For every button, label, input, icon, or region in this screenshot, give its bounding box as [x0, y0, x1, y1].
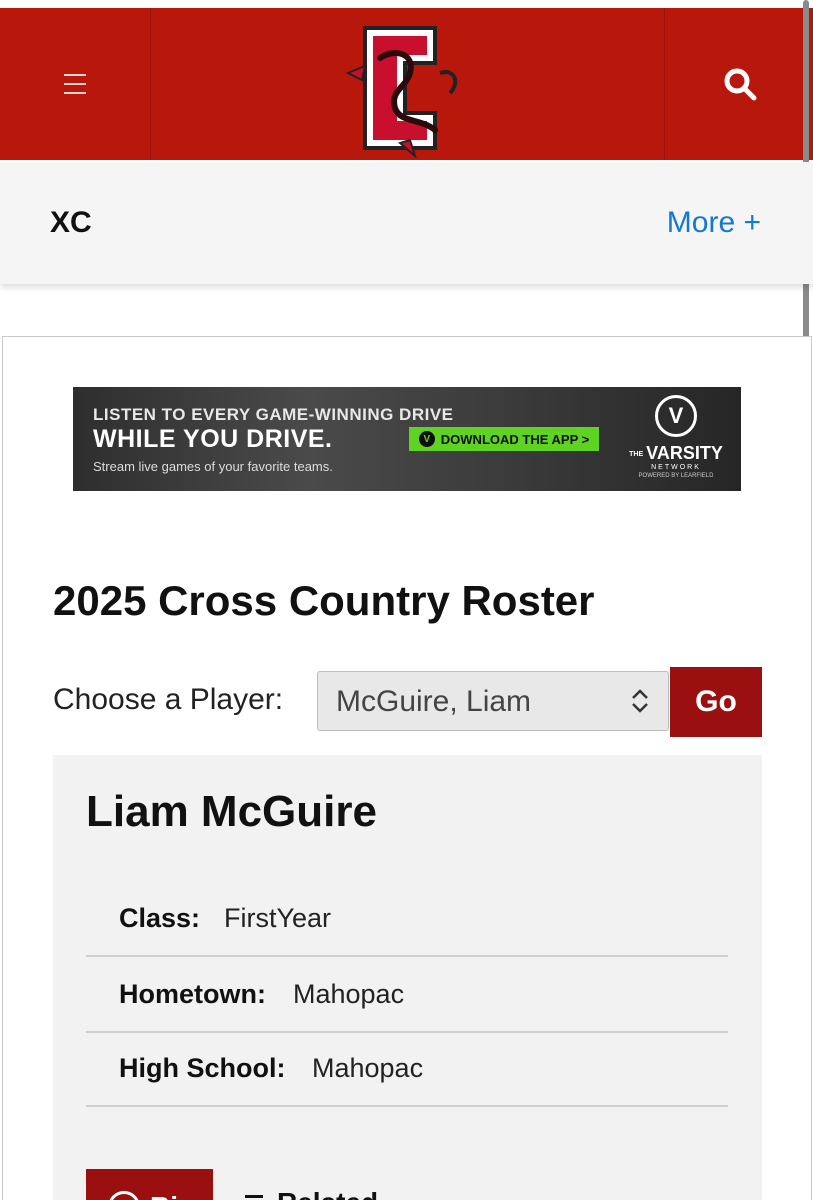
dragon-c-logo[interactable]	[340, 18, 475, 160]
class-row: Class: FirstYear	[86, 881, 728, 957]
class-label: Class:	[119, 903, 201, 933]
more-link[interactable]: More +	[667, 206, 761, 240]
go-button[interactable]: Go	[670, 667, 762, 737]
list-icon	[245, 1194, 263, 1200]
high-school-row: High School: Mahopac	[86, 1031, 728, 1107]
sport-nav-bar: XC More +	[0, 162, 813, 284]
search-icon[interactable]	[723, 67, 757, 101]
hometown-row: Hometown: Mahopac	[86, 957, 728, 1033]
high-school-label: High School:	[119, 1053, 286, 1083]
class-value: FirstYear	[224, 903, 332, 933]
player-card: Liam McGuire Class: FirstYear Hometown: …	[53, 755, 762, 1200]
bio-button[interactable]: Bio	[86, 1169, 213, 1200]
ad-line-2: WHILE YOU DRIVE.	[93, 425, 333, 453]
hometown-label: Hometown:	[119, 979, 266, 1009]
related-label: Related	[277, 1187, 378, 1200]
page-title: 2025 Cross Country Roster	[53, 577, 595, 624]
select-arrows-icon	[632, 689, 648, 713]
ad-line-1: LISTEN TO EVERY GAME-WINNING DRIVE	[93, 405, 454, 424]
ad-line-3: Stream live games of your favorite teams…	[93, 459, 333, 474]
download-app-label: DOWNLOAD THE APP >	[440, 431, 590, 447]
choose-player-label: Choose a Player:	[53, 683, 284, 716]
main-content: LISTEN TO EVERY GAME-WINNING DRIVE WHILE…	[2, 336, 812, 1200]
menu-button[interactable]	[0, 8, 151, 160]
search-button[interactable]	[664, 8, 813, 160]
player-name: Liam McGuire	[86, 787, 377, 836]
brand-sub: NETWORK	[651, 464, 701, 471]
page: XC More + LISTEN TO EVERY GAME-WINNING D…	[0, 0, 813, 1200]
hometown-value: Mahopac	[293, 979, 405, 1009]
high-school-value: Mahopac	[312, 1053, 424, 1083]
player-select-value: McGuire, Liam	[336, 685, 532, 718]
bio-label: Bio	[150, 1191, 195, 1200]
download-app-button[interactable]: V DOWNLOAD THE APP >	[409, 427, 599, 451]
sport-title: XC	[50, 206, 92, 239]
related-tab[interactable]: Related	[245, 1187, 378, 1200]
hamburger-icon[interactable]	[64, 74, 86, 94]
brand-name: THE VARSITY	[629, 443, 723, 463]
site-header	[0, 8, 813, 160]
varsity-v-icon: V	[655, 395, 697, 437]
varsity-icon: V	[418, 431, 435, 447]
ad-banner[interactable]: LISTEN TO EVERY GAME-WINNING DRIVE WHILE…	[73, 387, 741, 491]
brand-powered: POWERED BY LEARFIELD	[638, 473, 714, 479]
bio-icon	[108, 1191, 140, 1200]
varsity-network-logo: V THE VARSITY NETWORK POWERED BY LEARFIEL…	[621, 395, 731, 485]
player-select[interactable]: McGuire, Liam	[317, 671, 669, 731]
